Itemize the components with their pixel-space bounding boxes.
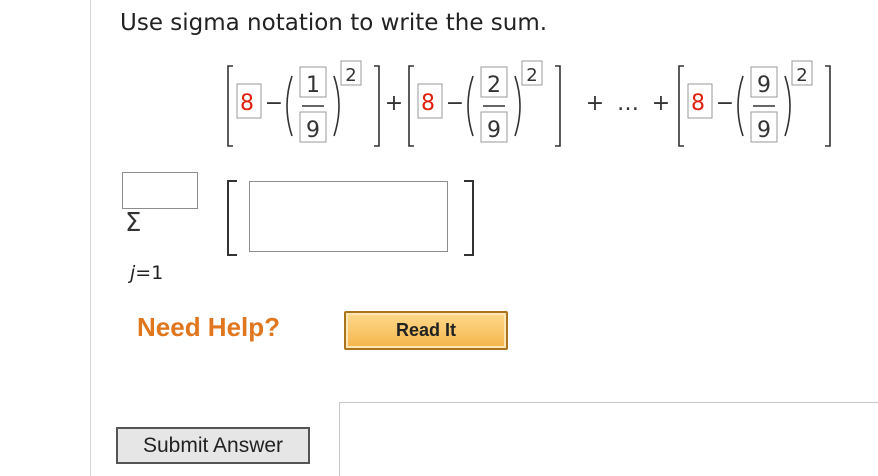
term1-minus: − (265, 91, 283, 116)
ellipsis: … (617, 91, 639, 116)
last-term-constant: 8 (691, 91, 705, 116)
term2-denominator: 9 (487, 118, 501, 143)
term2-constant: 8 (421, 91, 435, 116)
term1-denominator: 9 (306, 118, 320, 143)
need-help-label: Need Help? (137, 312, 281, 342)
plus-sign: + (652, 91, 670, 116)
summand-input[interactable] (249, 181, 448, 252)
left-divider (90, 0, 91, 476)
submit-answer-button[interactable]: Submit Answer (116, 427, 310, 464)
plus-sign: + (385, 91, 403, 116)
question-prompt: Use sigma notation to write the sum. (120, 10, 548, 36)
sigma-notation: Σ j=1 (120, 172, 202, 292)
term1-exponent: 2 (345, 65, 356, 86)
term2-numerator: 2 (487, 73, 501, 98)
left-bracket (227, 180, 237, 256)
last-term-minus: − (716, 91, 734, 116)
last-term-numerator: 9 (757, 73, 771, 98)
read-it-button[interactable]: Read It (344, 311, 508, 350)
term2-minus: − (446, 91, 464, 116)
upper-limit-input[interactable] (122, 172, 198, 209)
sigma-symbol: Σ (125, 208, 142, 238)
plus-sign: + (586, 91, 604, 116)
term1-constant: 8 (240, 91, 254, 116)
series-expression: 8 8 8 − 1 9 2 + − 2 9 2 + … + − 9 9 2 (224, 60, 844, 156)
summation-index: j=1 (130, 262, 163, 284)
feedback-panel (339, 402, 878, 476)
last-term-denominator: 9 (757, 118, 771, 143)
last-term-exponent: 2 (796, 65, 807, 86)
term1-numerator: 1 (306, 73, 320, 98)
term2-exponent: 2 (526, 65, 537, 86)
index-equals: = (135, 262, 152, 284)
index-start: 1 (151, 262, 164, 284)
right-bracket (464, 180, 474, 256)
